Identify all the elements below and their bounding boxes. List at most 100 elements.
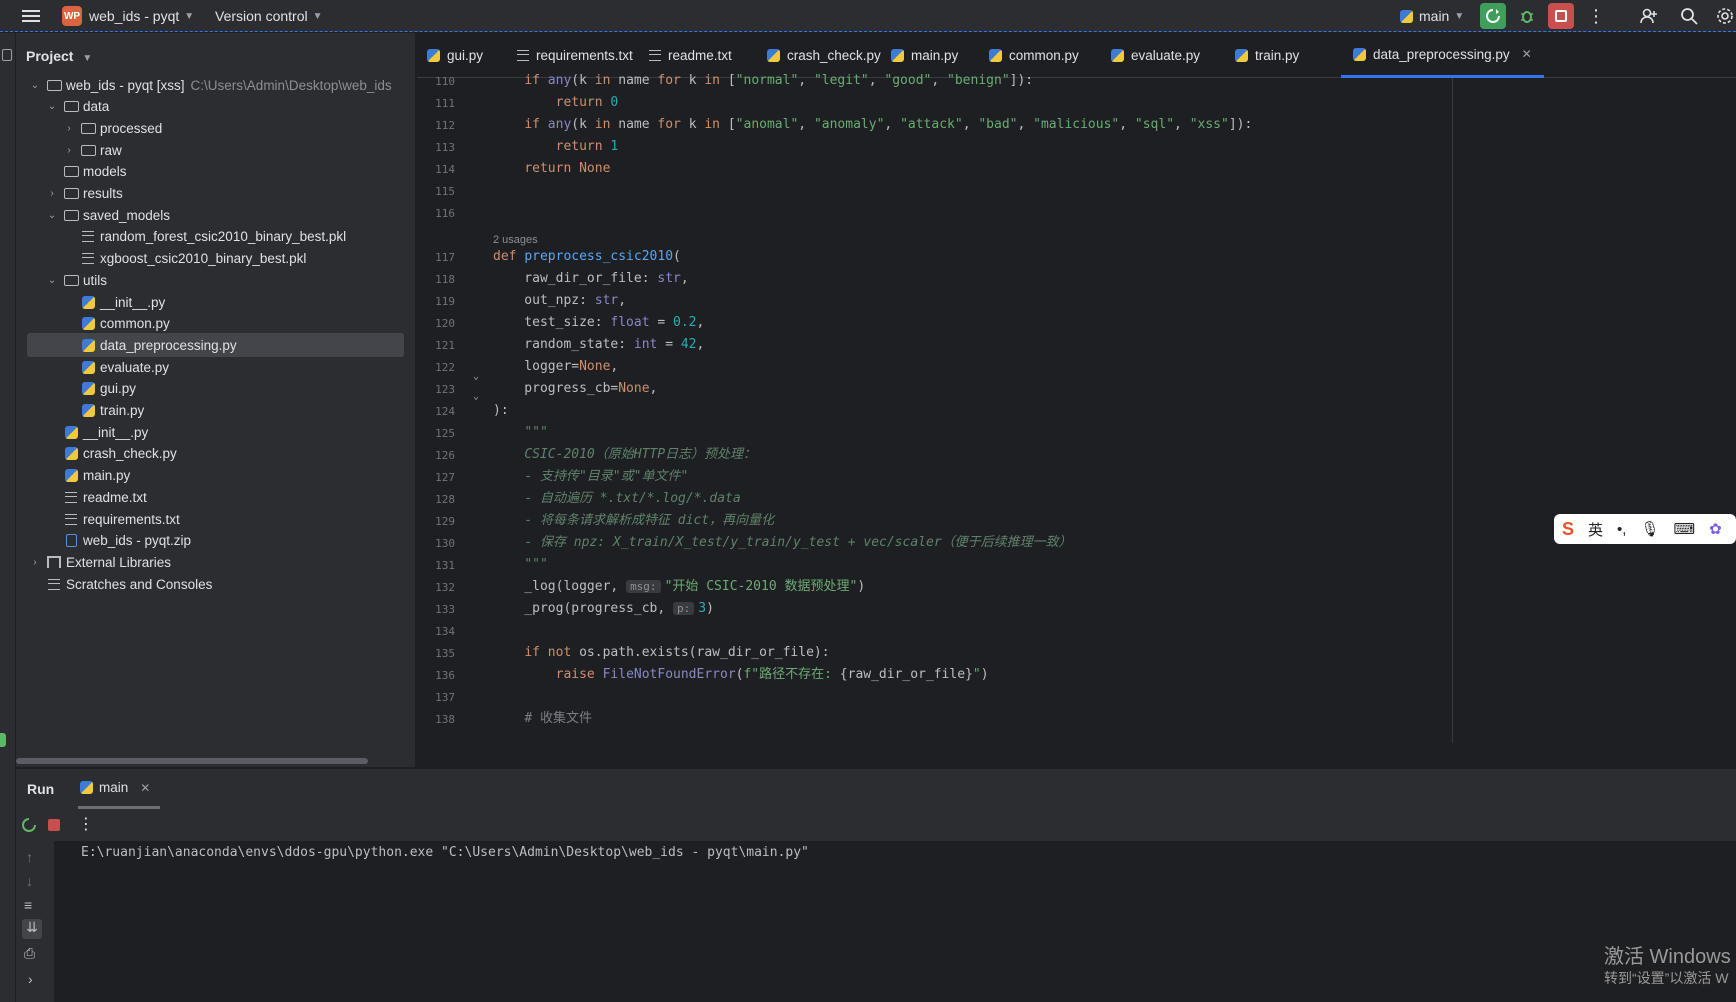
tree-item[interactable]: › External Libraries — [16, 550, 416, 574]
line-number: 130 — [435, 537, 455, 550]
tree-item[interactable]: requirements.txt — [16, 507, 416, 531]
tree-item[interactable]: data_preprocessing.py — [16, 333, 416, 358]
tree-item[interactable]: Scratches and Consoles — [16, 572, 416, 596]
close-icon[interactable]: ✕ — [140, 781, 150, 795]
stop-button[interactable] — [1548, 3, 1574, 29]
tree-item[interactable]: __init__.py — [16, 420, 416, 444]
tree-item[interactable]: readme.txt — [16, 485, 416, 509]
line-number: 116 — [435, 207, 455, 220]
main-run-tab-label: main — [99, 780, 129, 795]
code-line: logger=None, — [493, 359, 619, 374]
add-user-icon[interactable] — [1636, 3, 1662, 29]
chevron-right-icon[interactable]: › — [28, 557, 42, 568]
tree-item-label: common.py — [100, 316, 170, 332]
fold-marker-icon[interactable]: ⌄ — [473, 391, 479, 402]
python-file-icon — [63, 424, 79, 440]
run-config-selector[interactable]: main ▼ — [1400, 0, 1464, 32]
project-switcher[interactable]: WP web_ids - pyqt ▼ — [62, 0, 194, 32]
code-line: if not os.path.exists(raw_dir_or_file): — [524, 645, 830, 660]
line-number: 110 — [435, 75, 455, 88]
tree-item-label: main.py — [83, 468, 131, 484]
tree-item-label: gui.py — [100, 381, 137, 397]
tree-item[interactable]: xgboost_csic2010_binary_best.pkl — [16, 247, 416, 271]
chevron-right-icon[interactable]: › — [62, 145, 76, 156]
chevron-right-icon[interactable]: › — [28, 971, 33, 987]
usages-hint[interactable]: 2 usages — [493, 234, 538, 246]
chevron-right-icon[interactable]: › — [45, 188, 59, 199]
ime-toolbar[interactable]: S 英 •, 🎙 ⌨ ✿ — [1554, 514, 1736, 544]
tree-item[interactable]: common.py — [16, 312, 416, 336]
search-icon[interactable] — [1676, 3, 1702, 29]
main-menu-icon[interactable] — [22, 0, 40, 32]
settings-gear-icon[interactable] — [1712, 3, 1736, 29]
run-tab-title[interactable]: Run — [27, 781, 54, 797]
tree-item[interactable]: ⌄ saved_models — [16, 203, 416, 227]
tree-item[interactable]: ⌄ utils — [16, 268, 416, 292]
microphone-icon[interactable]: 🎙 — [1640, 520, 1659, 538]
horizontal-scrollbar[interactable] — [16, 758, 368, 764]
editor-tab[interactable]: evaluate.py — [1111, 33, 1200, 78]
chevron-down-icon[interactable]: ⌄ — [45, 210, 59, 221]
tree-item[interactable]: train.py — [16, 399, 416, 423]
run-toolbar: ⋮ — [16, 809, 1736, 841]
rerun-button[interactable] — [1480, 3, 1506, 29]
editor-tab[interactable]: data_preprocessing.py ✕ — [1341, 33, 1544, 78]
tree-item[interactable]: › results — [16, 182, 416, 206]
tab-label: train.py — [1255, 48, 1300, 63]
main-run-tab[interactable]: main ✕ — [78, 769, 161, 809]
tree-item[interactable]: evaluate.py — [16, 355, 416, 379]
arrow-up-icon[interactable]: ↑ — [26, 849, 33, 865]
code-line: out_npz: str, — [493, 293, 627, 308]
debug-icon[interactable] — [1514, 3, 1540, 29]
code-line: if any(k in name for k in ["anomal", "an… — [524, 117, 1253, 132]
tree-item[interactable]: crash_check.py — [16, 442, 416, 466]
tree-item[interactable]: web_ids - pyqt.zip — [16, 529, 416, 553]
code-editor[interactable]: 110 111 112 113 114 115 116 117 118 119 120 121 122 1… — [417, 73, 1736, 743]
vcs-menu[interactable]: Version control ▼ — [215, 0, 323, 32]
project-tool-icon[interactable] — [2, 49, 12, 61]
tree-item[interactable]: › raw — [16, 138, 416, 162]
tree-item[interactable]: __init__.py — [16, 290, 416, 314]
arrow-down-icon[interactable]: ↓ — [26, 873, 33, 889]
soft-wrap-icon[interactable]: ≡ — [24, 897, 32, 913]
print-icon[interactable]: ⎙ — [24, 945, 35, 962]
tree-item[interactable]: ⌄ web_ids - pyqt [xss] C:\Users\Admin\Desk… — [16, 73, 416, 97]
tree-item-label: utils — [83, 272, 108, 288]
tree-item[interactable]: random_forest_csic2010_binary_best.pkl — [16, 225, 416, 249]
line-number: 121 — [435, 339, 455, 352]
tree-item[interactable]: › processed — [16, 116, 416, 140]
tree-item[interactable]: main.py — [16, 464, 416, 488]
tree-item[interactable]: gui.py — [16, 377, 416, 401]
chevron-down-icon: ▼ — [1454, 10, 1465, 22]
chevron-right-icon[interactable]: › — [62, 123, 76, 134]
punctuation-icon[interactable]: •, — [1617, 521, 1626, 538]
folder-icon — [63, 207, 79, 223]
more-icon[interactable]: ⋮ — [1583, 3, 1609, 29]
editor-tab[interactable]: gui.py — [427, 33, 483, 78]
skin-icon[interactable]: ✿ — [1709, 520, 1722, 538]
python-file-icon — [427, 49, 440, 62]
tree-item[interactable]: models — [16, 160, 416, 184]
keyboard-icon[interactable]: ⌨ — [1674, 520, 1696, 538]
console-output[interactable]: E:\ruanjian\anaconda\envs\ddos-gpu\pytho… — [54, 841, 1736, 1002]
chevron-down-icon[interactable]: ⌄ — [28, 80, 42, 91]
rerun-icon[interactable] — [21, 817, 37, 836]
text-file-icon — [63, 511, 79, 527]
stop-icon[interactable] — [48, 819, 60, 831]
fold-marker-icon[interactable]: ⌄ — [473, 371, 479, 382]
chevron-down-icon[interactable]: ⌄ — [45, 275, 59, 286]
more-icon[interactable]: ⋮ — [78, 814, 94, 834]
ime-language[interactable]: 英 — [1588, 519, 1603, 540]
code-line: - 保存 npz: X_train/X_test/y_train/y_test … — [524, 535, 1072, 550]
scroll-to-end-icon[interactable]: ⇊ — [22, 919, 42, 939]
tree-item[interactable]: ⌄ data — [16, 95, 416, 119]
tree-item-label: saved_models — [83, 207, 171, 223]
close-icon[interactable]: ✕ — [1522, 47, 1532, 61]
chevron-down-icon[interactable]: ⌄ — [45, 101, 59, 112]
project-panel-header[interactable]: Project ▼ — [26, 48, 92, 64]
folder-icon — [63, 186, 79, 202]
code-line: return 1 — [555, 139, 619, 154]
text-file-icon — [63, 489, 79, 505]
project-panel: Project ▼ ⌄ web_ids - pyqt [xss] C:\Users\… — [16, 33, 416, 767]
editor-tab[interactable]: train.py — [1235, 33, 1299, 78]
